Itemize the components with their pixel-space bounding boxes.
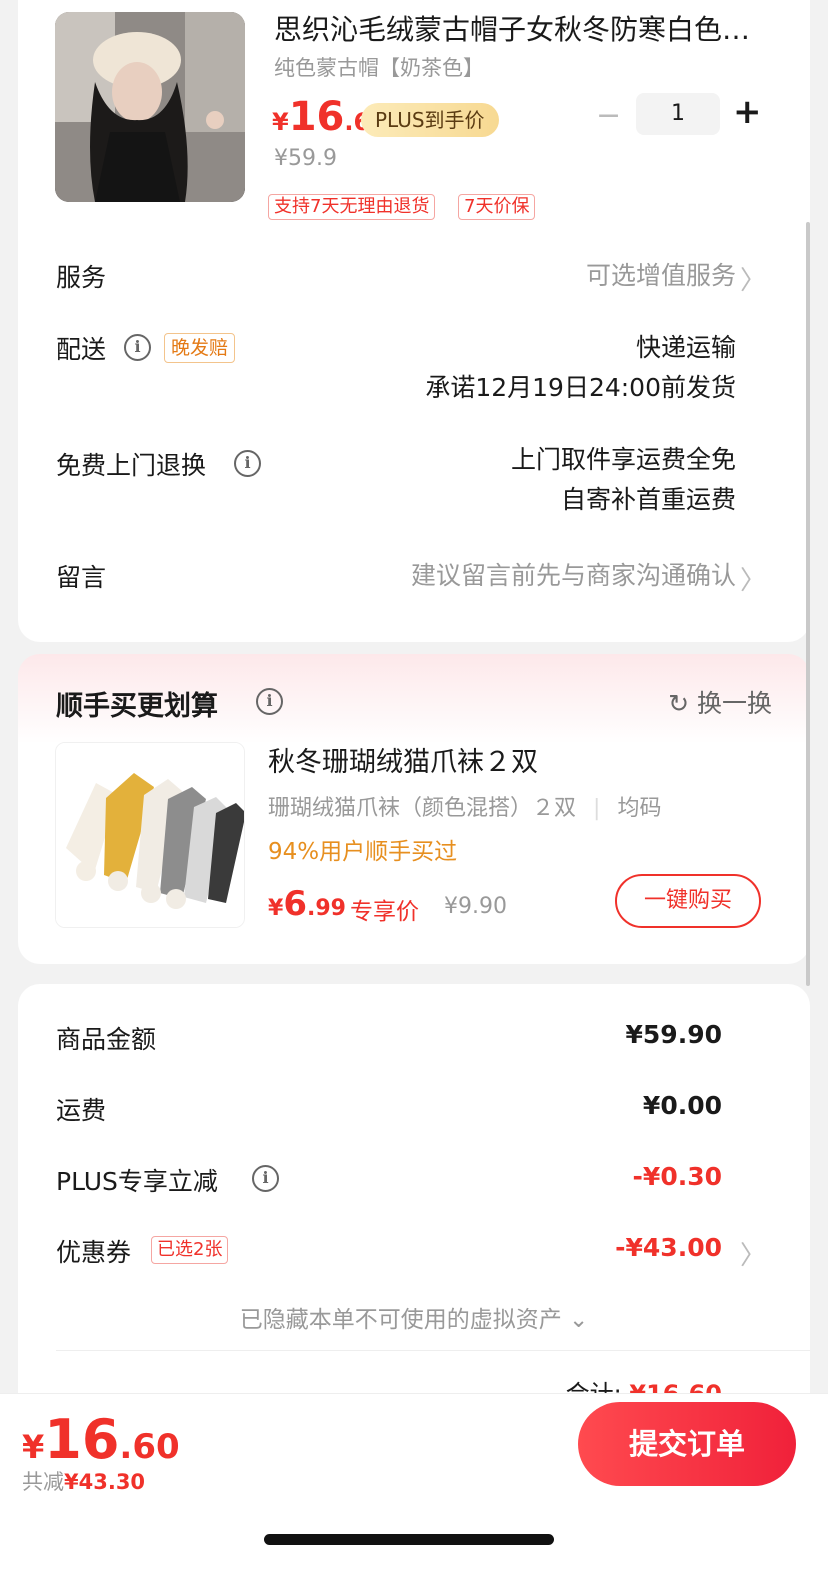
recommendation-original-price: ¥9.90 bbox=[444, 894, 507, 919]
product-card: 思织沁毛绒蒙古帽子女秋冬防寒白色… 纯色蒙古帽【奶茶色】 ¥16.6 PLUS到… bbox=[18, 0, 810, 642]
late-delivery-badge: 晚发赔 bbox=[164, 333, 236, 363]
shipping-value: ¥0.00 bbox=[642, 1091, 722, 1120]
price-protect-tag: 7天价保 bbox=[458, 194, 536, 220]
exclusive-price-label: 专享价 bbox=[350, 899, 419, 925]
refresh-label: 换一换 bbox=[696, 689, 772, 718]
coupon-selected-badge: 已选2张 bbox=[151, 1236, 229, 1264]
recommendation-product-name[interactable]: 秋冬珊瑚绒猫爪袜２双 bbox=[268, 740, 538, 779]
quantity-input[interactable]: 1 bbox=[636, 93, 720, 135]
recommendation-price: ¥6.99 bbox=[268, 884, 346, 924]
divider bbox=[56, 1350, 810, 1351]
free-return-self-send: 自寄补首重运费 bbox=[560, 485, 736, 514]
quantity-decrease-button[interactable]: − bbox=[596, 98, 621, 133]
submit-order-button[interactable]: 提交订单 bbox=[578, 1402, 796, 1486]
product-price: ¥16.6 bbox=[272, 94, 371, 140]
product-image[interactable] bbox=[55, 12, 245, 202]
checkout-total-price: ¥16.60 bbox=[22, 1408, 180, 1471]
hidden-assets-toggle[interactable]: 已隐藏本单不可使用的虚拟资产 ⌄ bbox=[18, 1300, 810, 1334]
service-chevron-icon[interactable]: 〉 bbox=[740, 260, 766, 297]
recommendation-info-icon[interactable]: i bbox=[256, 688, 283, 715]
message-chevron-icon[interactable]: 〉 bbox=[740, 560, 766, 597]
free-return-label: 免费上门退换 bbox=[56, 451, 207, 480]
delivery-info-icon[interactable]: i bbox=[124, 334, 151, 361]
checkout-saved: 共减¥43.30 bbox=[22, 1470, 146, 1494]
refresh-icon: ↻ bbox=[668, 689, 690, 718]
scrollbar[interactable] bbox=[806, 222, 810, 986]
delivery-label: 配送 bbox=[56, 335, 107, 364]
coupon-chevron-icon[interactable]: 〉 bbox=[740, 1235, 766, 1272]
message-input[interactable]: 建议留言前先与商家沟通确认 bbox=[411, 556, 736, 596]
quantity-increase-button[interactable]: + bbox=[733, 92, 762, 132]
return-policy-tag: 支持7天无理由退货 bbox=[268, 194, 436, 220]
product-variant[interactable]: 纯色蒙古帽【奶茶色】 bbox=[274, 52, 484, 82]
message-label: 留言 bbox=[56, 563, 107, 592]
recommendation-image[interactable] bbox=[55, 742, 245, 928]
service-value[interactable]: 可选增值服务 bbox=[586, 256, 736, 296]
plus-discount-info-icon[interactable]: i bbox=[252, 1165, 279, 1192]
add-on-recommendation-card: 顺手买更划算 i ↻ 换一换 秋冬珊瑚绒猫爪袜２双 珊瑚绒猫爪袜（颜色混搭）２双… bbox=[18, 654, 810, 964]
coupon-label: 优惠券 bbox=[56, 1238, 132, 1267]
price-summary-card: 商品金额 ¥59.90 运费 ¥0.00 PLUS专享立减 i -¥0.30 优… bbox=[18, 984, 810, 1444]
home-indicator[interactable] bbox=[264, 1534, 554, 1545]
recommendation-title: 顺手买更划算 bbox=[56, 691, 218, 722]
chevron-down-icon: ⌄ bbox=[569, 1307, 589, 1333]
product-original-price: ¥59.9 bbox=[274, 146, 337, 171]
plus-price-tag: PLUS到手价 bbox=[361, 103, 499, 137]
one-click-buy-button[interactable]: 一键购买 bbox=[615, 874, 761, 928]
delivery-method[interactable]: 快递运输 bbox=[636, 328, 736, 368]
checkout-bar: ¥16.60 共减¥43.30 提交订单 bbox=[0, 1393, 828, 1592]
refresh-button[interactable]: ↻ 换一换 bbox=[668, 684, 772, 720]
plus-discount-label: PLUS专享立减 bbox=[56, 1167, 218, 1196]
goods-amount-label: 商品金额 bbox=[56, 1025, 157, 1054]
coupon-value[interactable]: -¥43.00 bbox=[615, 1233, 722, 1262]
goods-amount-value: ¥59.90 bbox=[625, 1020, 722, 1049]
plus-discount-value: -¥0.30 bbox=[632, 1162, 722, 1191]
free-return-pickup: 上门取件享运费全免 bbox=[510, 445, 736, 474]
service-label: 服务 bbox=[56, 263, 107, 292]
recommendation-spec: 珊瑚绒猫爪袜（颜色混搭）２双 | 均码 bbox=[268, 796, 662, 821]
product-title[interactable]: 思织沁毛绒蒙古帽子女秋冬防寒白色… bbox=[274, 12, 774, 48]
shipping-label: 运费 bbox=[56, 1096, 107, 1125]
delivery-promise: 承诺12月19日24:00前发货 bbox=[425, 373, 736, 402]
free-return-info-icon[interactable]: i bbox=[234, 450, 261, 477]
recommendation-buyers: 94%用户顺手买过 bbox=[268, 839, 458, 865]
